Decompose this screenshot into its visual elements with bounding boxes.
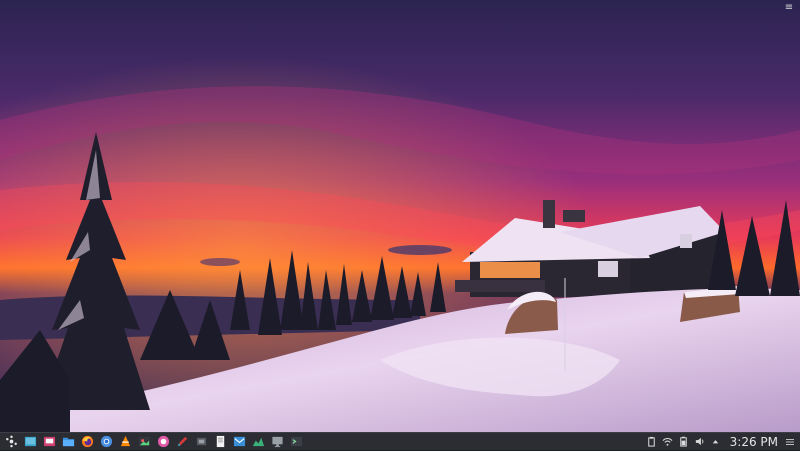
clock[interactable]: 3:26 PM [730, 435, 778, 449]
application-menu-icon[interactable] [5, 435, 19, 449]
chromium-icon[interactable] [100, 435, 114, 449]
desktop-wallpaper [0, 0, 800, 432]
desktop[interactable]: ≡ [0, 0, 800, 432]
mail-client-icon[interactable] [233, 435, 247, 449]
battery-icon[interactable] [678, 436, 690, 448]
task-manager [0, 433, 306, 451]
clipboard-icon[interactable] [646, 436, 658, 448]
file-manager-icon[interactable] [62, 435, 76, 449]
network-wifi-icon[interactable] [662, 436, 674, 448]
system-tray: 3:26 PM [644, 433, 800, 451]
taskbar-panel: 3:26 PM [0, 432, 800, 450]
media-player-icon[interactable] [157, 435, 171, 449]
display-settings-icon[interactable] [271, 435, 285, 449]
text-editor-icon[interactable] [176, 435, 190, 449]
terminal-icon[interactable] [290, 435, 304, 449]
volume-icon[interactable] [694, 436, 706, 448]
tray-expand-icon[interactable] [710, 436, 722, 448]
desktop-pager-icon[interactable] [24, 435, 38, 449]
firefox-icon[interactable] [81, 435, 95, 449]
graph-icon[interactable] [252, 435, 266, 449]
system-monitor-icon[interactable] [195, 435, 209, 449]
panel-options-icon[interactable] [784, 436, 796, 448]
document-viewer-icon[interactable] [214, 435, 228, 449]
system-settings-icon[interactable] [43, 435, 57, 449]
vlc-icon[interactable] [119, 435, 133, 449]
image-viewer-icon[interactable] [138, 435, 152, 449]
desktop-toolbox-menu-icon[interactable]: ≡ [782, 2, 796, 14]
